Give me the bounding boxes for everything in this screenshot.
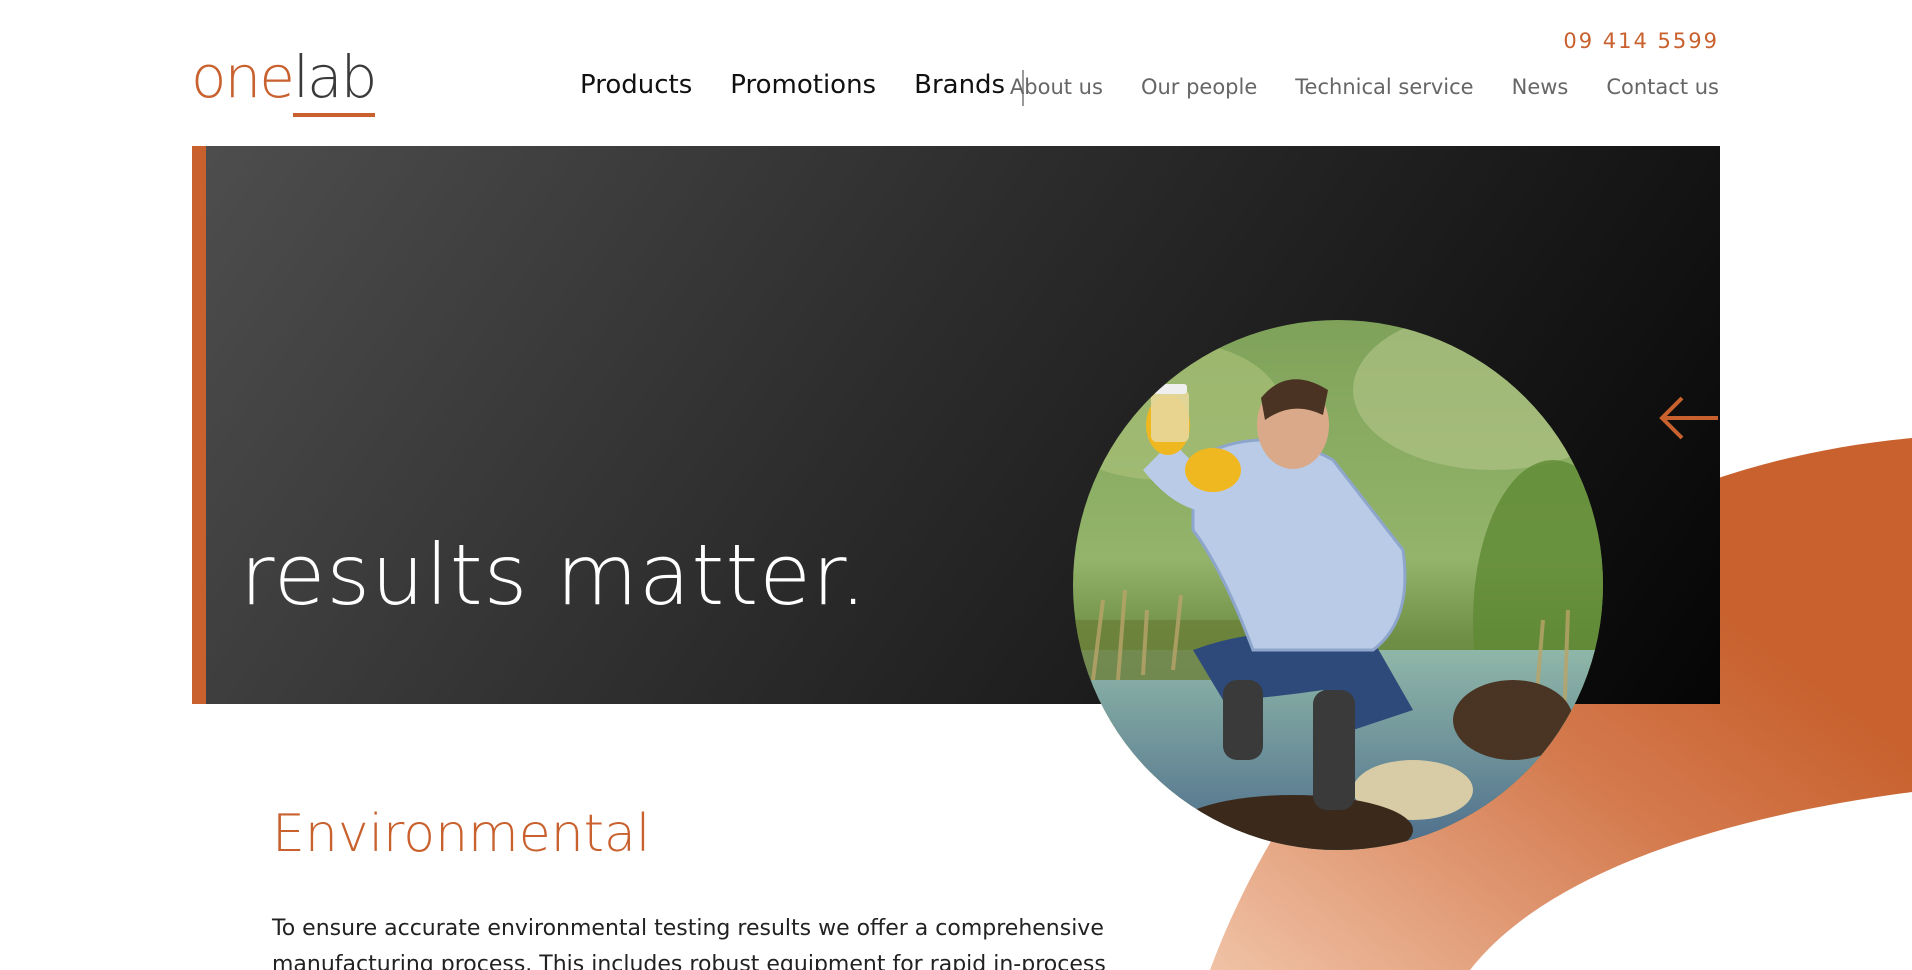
slider-prev-button[interactable] [1658, 394, 1720, 442]
primary-nav: Products Promotions Brands [580, 70, 1005, 100]
section-body-text: To ensure accurate environmental testing… [272, 916, 1106, 970]
nav-brands[interactable]: Brands [914, 70, 1005, 100]
nav-technical-service[interactable]: Technical service [1295, 75, 1473, 99]
nav-products[interactable]: Products [580, 70, 692, 100]
nav-about-us[interactable]: About us [1010, 75, 1103, 99]
hero-photo [1073, 320, 1603, 850]
nav-news[interactable]: News [1512, 75, 1569, 99]
secondary-nav: About us Our people Technical service Ne… [1010, 75, 1719, 99]
hero-title: results matter. [240, 526, 868, 624]
logo-one-text: one [191, 43, 295, 111]
phone-number[interactable]: 09 414 5599 [1563, 29, 1719, 53]
nav-promotions[interactable]: Promotions [730, 70, 876, 100]
onelab-logo[interactable]: onelab [191, 46, 377, 106]
scientist-water-sample-image [1073, 320, 1603, 850]
logo-lab-text: lab [292, 43, 377, 111]
hero-accent-bar [192, 146, 206, 704]
arrow-left-icon [1659, 396, 1718, 440]
nav-contact-us[interactable]: Contact us [1606, 75, 1719, 99]
section-title-environmental: Environmental [272, 804, 651, 864]
nav-our-people[interactable]: Our people [1141, 75, 1257, 99]
